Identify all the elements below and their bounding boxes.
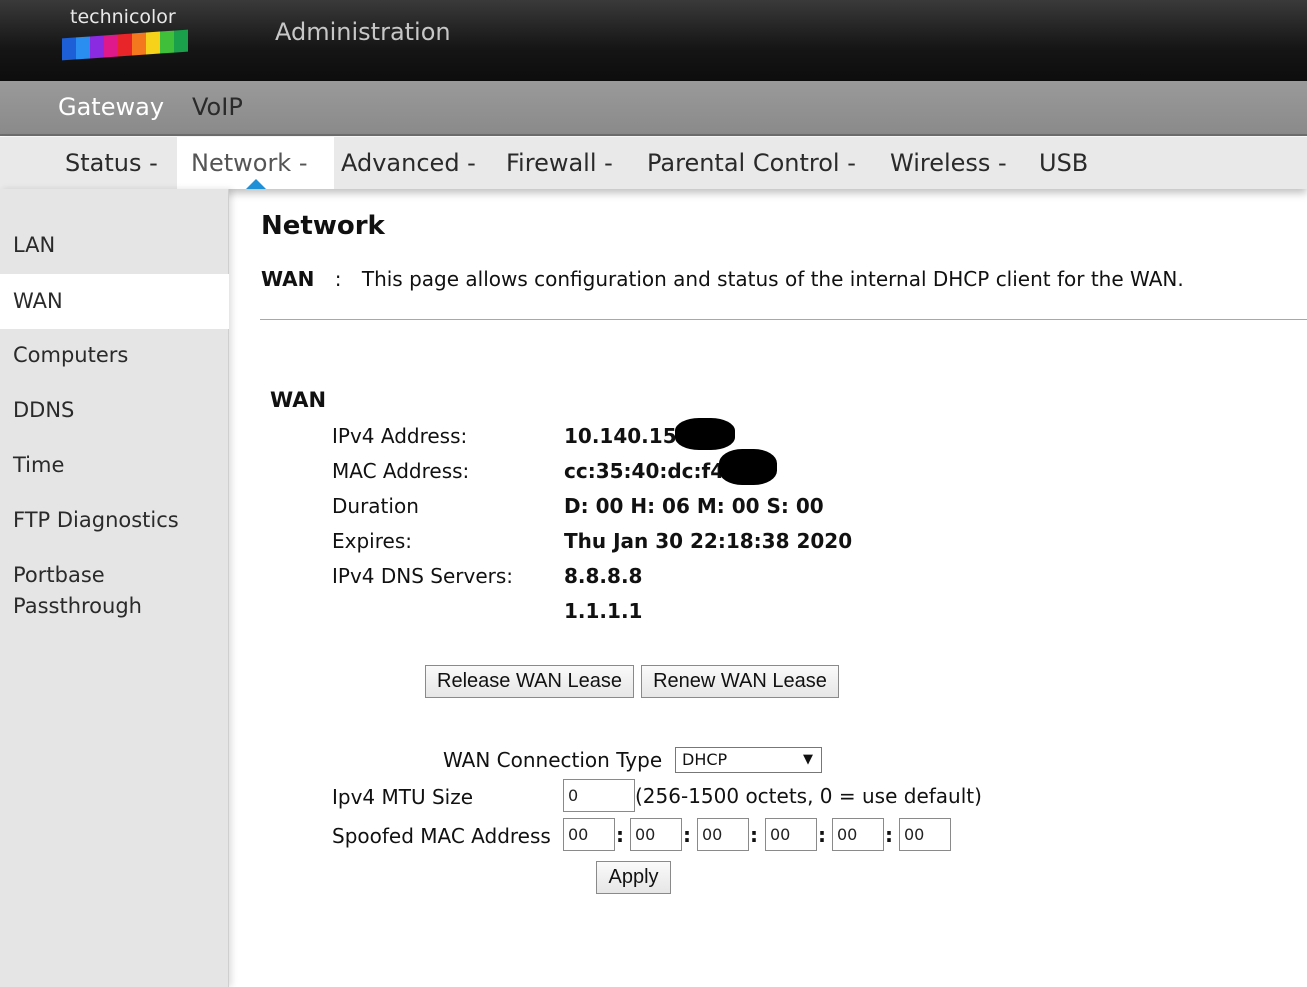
dns-server-1-value: 8.8.8.8 — [564, 564, 643, 588]
connection-type-select[interactable]: DHCP ▼ — [675, 747, 822, 773]
mtu-size-label: Ipv4 MTU Size — [332, 785, 474, 809]
spoofed-mac-octet-5[interactable] — [832, 818, 884, 851]
subnav-network[interactable]: Network - — [177, 137, 334, 189]
section-tabs: Gateway VoIP — [0, 81, 1307, 136]
subnav-firewall[interactable]: Firewall - — [492, 137, 627, 189]
divider — [260, 319, 1307, 320]
sidebar-item-computers[interactable]: Computers — [0, 340, 229, 371]
logo-color-stripe — [132, 32, 146, 56]
main-content: Network WAN : This page allows configura… — [229, 189, 1307, 987]
apply-button[interactable]: Apply — [596, 861, 671, 894]
spoofed-mac-octet-3[interactable] — [697, 818, 749, 851]
spoofed-mac-label: Spoofed MAC Address — [332, 824, 551, 848]
logo-color-stripe — [104, 34, 118, 58]
redaction-mark — [719, 449, 777, 485]
sidebar-item-ddns[interactable]: DDNS — [0, 395, 229, 426]
spoofed-mac-octet-4[interactable] — [765, 818, 817, 851]
mac-separator: : — [750, 823, 758, 847]
mac-address-value: cc:35:40:dc:f4 — [564, 459, 725, 483]
mac-separator: : — [818, 823, 826, 847]
description-text: This page allows configuration and statu… — [361, 267, 1184, 291]
expires-label: Expires: — [332, 529, 412, 553]
duration-label: Duration — [332, 494, 419, 518]
mac-separator: : — [885, 823, 893, 847]
ipv4-address-value: 10.140.15 — [564, 424, 677, 448]
expires-value: Thu Jan 30 22:18:38 2020 — [564, 529, 853, 553]
spoofed-mac-octet-1[interactable] — [563, 818, 615, 851]
mtu-size-hint: (256-1500 octets, 0 = use default) — [635, 784, 982, 808]
mac-separator: : — [616, 823, 624, 847]
tab-gateway[interactable]: Gateway — [58, 93, 164, 121]
redaction-mark — [675, 418, 735, 450]
description-key: WAN — [261, 267, 315, 291]
subnav-parental-control[interactable]: Parental Control - — [633, 137, 870, 189]
renew-wan-lease-button[interactable]: Renew WAN Lease — [641, 665, 839, 698]
mac-separator: : — [683, 823, 691, 847]
sidebar-item-ftp-diagnostics[interactable]: FTP Diagnostics — [0, 505, 229, 536]
logo-color-stripe — [90, 35, 104, 59]
sidebar-item-wan[interactable]: WAN — [0, 274, 229, 329]
dns-servers-label: IPv4 DNS Servers: — [332, 564, 514, 588]
logo-color-stripe — [76, 36, 90, 60]
wan-section-heading: WAN — [270, 388, 327, 412]
ipv4-address-label: IPv4 Address: — [332, 424, 468, 448]
logo-color-stripe — [146, 31, 160, 55]
logo-color-stripe — [118, 33, 132, 57]
mtu-size-input[interactable] — [563, 779, 635, 812]
duration-value: D: 00 H: 06 M: 00 S: 00 — [564, 494, 824, 518]
logo-color-stripe — [62, 37, 76, 61]
logo-color-bar — [62, 29, 188, 61]
subnav-status[interactable]: Status - — [51, 137, 172, 189]
header-bar: technicolor Administration — [0, 0, 1307, 81]
spoofed-mac-octet-2[interactable] — [630, 818, 682, 851]
technicolor-logo: technicolor — [60, 6, 192, 61]
sub-navigation: Status - Network - Advanced - Firewall -… — [0, 137, 1307, 189]
sidebar-item-label-line2: Passthrough — [13, 594, 142, 618]
release-wan-lease-button[interactable]: Release WAN Lease — [425, 665, 634, 698]
subnav-usb[interactable]: USB — [1025, 137, 1102, 189]
dns-server-2-value: 1.1.1.1 — [564, 599, 643, 623]
logo-color-stripe — [174, 29, 188, 53]
sidebar-item-portbase-passthrough[interactable]: Portbase Passthrough — [0, 560, 229, 622]
description-separator: : — [334, 267, 342, 291]
dropdown-arrow-icon: ▼ — [803, 752, 813, 767]
sidebar-item-label-line1: Portbase — [13, 563, 105, 587]
subnav-network-label: Network - — [191, 149, 308, 177]
spoofed-mac-octet-6[interactable] — [899, 818, 951, 851]
subnav-advanced[interactable]: Advanced - — [327, 137, 490, 189]
sidebar: LAN WAN Computers DDNS Time FTP Diagnost… — [0, 189, 229, 987]
active-pointer-icon — [245, 179, 266, 189]
tab-voip[interactable]: VoIP — [192, 93, 243, 121]
mac-address-label: MAC Address: — [332, 459, 470, 483]
page-description: WAN : This page allows configuration and… — [261, 267, 1184, 291]
logo-color-stripe — [160, 30, 174, 54]
page-title: Network — [261, 211, 385, 241]
app-title: Administration — [275, 18, 451, 46]
connection-type-value: DHCP — [682, 750, 728, 769]
subnav-wireless[interactable]: Wireless - — [876, 137, 1021, 189]
connection-type-label: WAN Connection Type — [443, 748, 663, 772]
sidebar-item-time[interactable]: Time — [0, 450, 229, 481]
sidebar-item-lan[interactable]: LAN — [0, 230, 229, 261]
logo-text: technicolor — [70, 6, 176, 28]
